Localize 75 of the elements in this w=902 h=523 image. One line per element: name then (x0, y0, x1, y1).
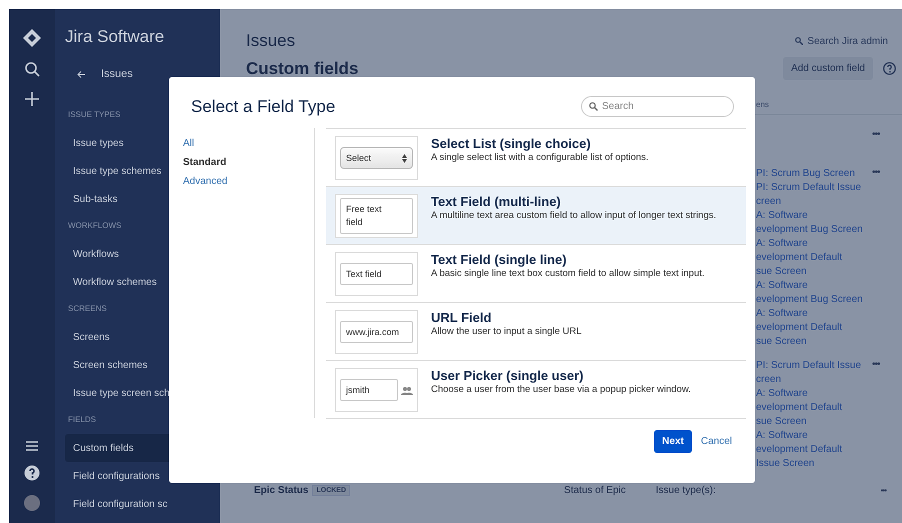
screen-link[interactable]: evelopment Default (756, 401, 872, 415)
search-icon (589, 102, 598, 111)
dialog-title: Select a Field Type (191, 96, 336, 116)
field-type-name: Text Field (single line) (431, 252, 568, 267)
section-heading: SCREENS (67, 304, 108, 313)
screen-link[interactable]: A: Software (756, 279, 872, 293)
field-type-name: User Picker (single user) (431, 368, 584, 383)
text-field-preview: www.jira.com (340, 321, 413, 343)
field-type-description: A multiline text area custom field to allow input of longer text strings. (431, 209, 716, 223)
cancel-link[interactable]: Cancel (700, 436, 732, 447)
field-type-description: Allow the user to input a single URL (431, 325, 582, 339)
table-cell: Status of Epic (564, 485, 626, 496)
screen-link[interactable]: creen (756, 195, 872, 209)
screen-link[interactable]: sue Screen (756, 265, 872, 279)
screen-link[interactable]: PI: Scrum Bug Screen (756, 167, 872, 181)
section-heading: WORKFLOWS (67, 221, 122, 230)
field-type-description: Choose a user from the user base via a popup picker window. (431, 383, 691, 397)
back-link[interactable]: Issues (65, 68, 220, 80)
textarea-preview: Free text field (340, 198, 413, 234)
avatar-icon[interactable] (24, 495, 40, 511)
diamond-logo-icon (23, 29, 41, 47)
screen-link[interactable]: PI: Scrum Default Issue (756, 359, 872, 373)
menu-icon[interactable] (26, 441, 38, 451)
plus-icon[interactable] (24, 91, 40, 107)
text-field-preview: Text field (340, 263, 413, 285)
screen-link[interactable]: A: Software (756, 237, 872, 251)
screen-link[interactable]: sue Screen (756, 335, 872, 349)
more-actions-button[interactable]: ••• (872, 167, 902, 178)
page-header-title: Issues (246, 31, 296, 51)
search-admin-link[interactable]: Search Jira admin (795, 36, 888, 46)
product-name: Jira Software (65, 27, 166, 47)
search-icon[interactable] (24, 61, 40, 77)
table-cell: Issue type(s): (656, 485, 716, 496)
field-name: Epic Status (254, 485, 308, 496)
screen-link[interactable]: evelopment Default (756, 443, 872, 457)
screen-link[interactable]: A: Software (756, 429, 872, 443)
screen-link[interactable]: sue Screen (756, 415, 872, 429)
screen-link[interactable]: evelopment Bug Screen (756, 293, 872, 307)
help-icon[interactable] (24, 465, 40, 481)
back-arrow-icon (77, 70, 85, 78)
more-actions-button[interactable]: ••• (880, 486, 886, 495)
category-link[interactable]: All (183, 138, 300, 149)
field-type-name: URL Field (431, 310, 492, 325)
text-field-preview: jsmith (340, 379, 398, 401)
next-button[interactable]: Next (654, 430, 692, 453)
search-field[interactable]: Search (581, 96, 734, 117)
screen-link[interactable]: evelopment Bug Screen (756, 223, 872, 237)
back-label: Issues (101, 68, 133, 80)
add-custom-field-button[interactable]: Add custom field (783, 57, 873, 80)
page-title: Custom fields (246, 58, 358, 78)
screen-link[interactable]: A: Software (756, 387, 872, 401)
screen-link[interactable]: A: Software (756, 307, 872, 321)
select-preview: Select (340, 147, 413, 169)
category-link[interactable]: Standard (183, 157, 300, 168)
help-icon[interactable] (883, 62, 896, 75)
screen-link[interactable]: evelopment Default (756, 321, 872, 335)
section-heading: FIELDS (67, 415, 98, 424)
category-link[interactable]: Advanced (183, 176, 300, 187)
field-type-name: Select List (single choice) (431, 136, 592, 151)
sidebar-item[interactable]: Field configuration sc (65, 490, 220, 518)
screen-link[interactable]: creen (756, 373, 872, 387)
field-type-description: A single select list with a configurable list of options. (431, 151, 649, 165)
screen-link[interactable]: PI: Scrum Default Issue (756, 181, 872, 195)
field-type-name: Text Field (multi-line) (431, 194, 562, 209)
search-icon (795, 37, 804, 45)
more-actions-button[interactable]: ••• (872, 129, 902, 140)
field-type-option[interactable]: Free text field Text Field (multi-line) A multiline text area custom field to allow input of longer text strings. (326, 187, 746, 245)
section-heading: ISSUE TYPES (67, 110, 122, 119)
screen-link[interactable]: A: Software (756, 209, 872, 223)
users-icon (401, 386, 413, 394)
field-type-description: A basic single line text box custom field to allow simple text input. (431, 267, 705, 281)
screen-link[interactable]: Issue Screen (756, 457, 872, 471)
screen-link[interactable]: evelopment Default (756, 251, 872, 265)
select-arrows-icon (402, 154, 407, 162)
more-actions-button[interactable]: ••• (872, 359, 902, 370)
